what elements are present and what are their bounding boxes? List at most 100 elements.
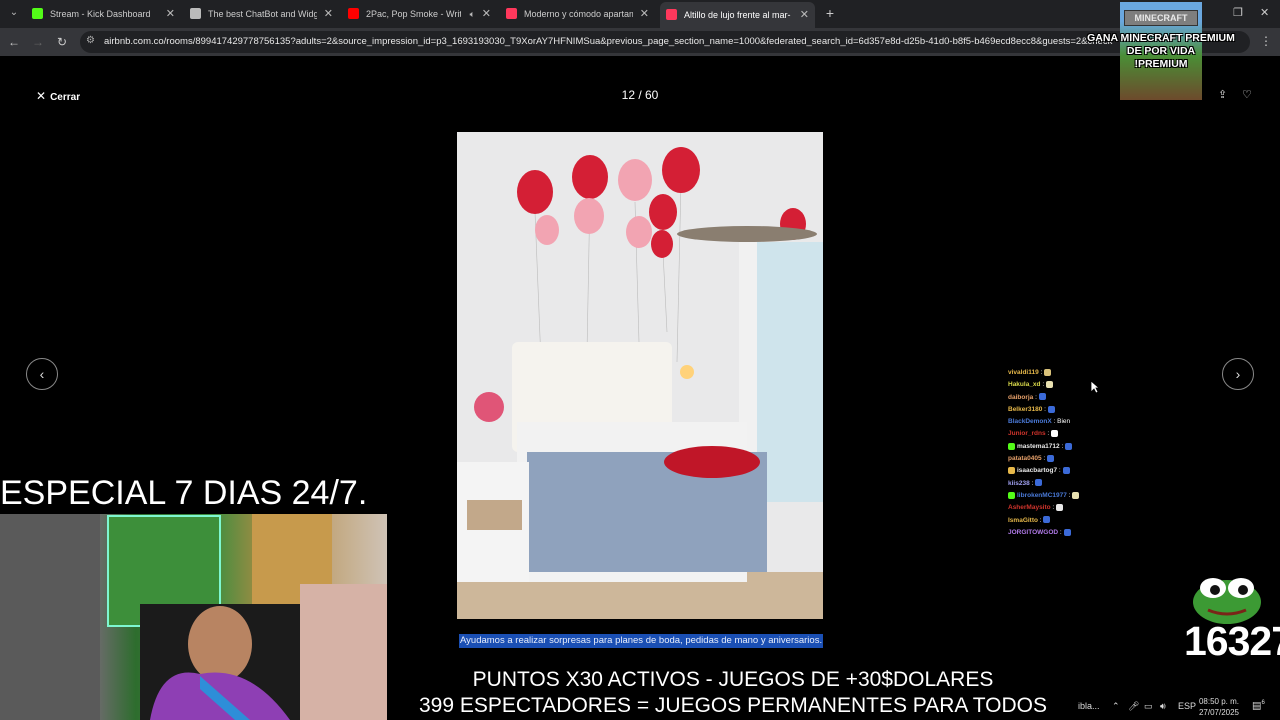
chat-emote-icon <box>1035 479 1043 487</box>
chat-badge-icon <box>1008 491 1015 499</box>
chat-badge-icon <box>1008 467 1015 475</box>
chat-separator: : <box>1042 405 1048 413</box>
close-tab-icon[interactable]: ✕ <box>324 4 333 24</box>
chat-emote-icon <box>1056 504 1064 512</box>
chat-username: mastema1712 <box>1017 442 1060 450</box>
chat-emote-icon <box>1043 516 1051 524</box>
minecraft-logo: MINECRAFT <box>1124 10 1198 26</box>
chat-message: Junior_rdns : <box>1008 428 1118 440</box>
chat-username: librokenMC1977 <box>1017 491 1067 499</box>
streamer-webcam <box>0 514 387 720</box>
listing-photo <box>457 132 823 619</box>
chat-emote-icon <box>1044 368 1052 376</box>
chat-message: IsmaGitto : <box>1008 515 1118 527</box>
chat-message: daiborja : <box>1008 392 1118 404</box>
photo-caption: Ayudamos a realizar sorpresas para plane… <box>459 634 824 648</box>
chat-username: vivaldi119 <box>1008 369 1039 376</box>
chat-message: Hakula_xd : <box>1008 379 1118 391</box>
chat-emote-icon <box>1062 467 1070 475</box>
close-tab-icon[interactable]: ✕ <box>640 4 649 24</box>
chat-emote-icon <box>1038 393 1046 401</box>
minecraft-promo-text: GANA MINECRAFT PREMIUM DE POR VIDA !PREM… <box>1087 32 1235 70</box>
new-tab-icon[interactable]: + <box>822 5 838 21</box>
close-tab-icon[interactable]: ✕ <box>166 4 175 24</box>
language-indicator[interactable]: ESP <box>1178 701 1196 711</box>
chat-username: Junior_rdns <box>1008 430 1046 438</box>
chat-message: patata0405 : <box>1008 453 1118 465</box>
close-window-icon[interactable]: ✕ <box>1260 6 1269 19</box>
kick-favicon-icon <box>32 8 43 19</box>
viewer-count-overlay: 16327 <box>1184 618 1280 664</box>
chat-emote-icon <box>1047 454 1055 462</box>
notification-icon[interactable]: ▤6 <box>1252 700 1265 711</box>
chat-username: kiis238 <box>1008 479 1030 487</box>
tab-3[interactable]: Moderno y cómodo apartamen ✕ <box>500 4 655 24</box>
restore-window-icon[interactable]: ❐ <box>1233 6 1243 19</box>
tab-search-icon[interactable]: ⌄ <box>6 5 22 21</box>
close-gallery-button[interactable]: ✕ Cerrar <box>36 88 80 104</box>
bedroom-photo-illustration <box>457 132 823 619</box>
taskbar-tray: ibla... ⌃ 🎤︎ ▭ 🔊︎ ESP <box>1078 701 1197 712</box>
chat-username: Hakula_xd <box>1008 381 1041 389</box>
chat-emote-icon <box>1045 381 1053 389</box>
close-tab-icon[interactable]: ✕ <box>800 2 809 28</box>
reload-icon[interactable]: ↻ <box>54 34 70 50</box>
webcam-illustration <box>0 514 387 720</box>
tab-4-active[interactable]: Altillo de lujo frente al mar- Be ✕ <box>660 2 815 28</box>
forward-icon[interactable]: → <box>30 34 46 50</box>
chat-message: vivaldi119 : <box>1008 367 1118 379</box>
chat-message: isaacbartog7 : <box>1008 465 1118 477</box>
stream-chat-overlay: vivaldi119 : Hakula_xd : daiborja : Belk… <box>1008 367 1118 539</box>
chat-message: kiis238 : <box>1008 478 1118 490</box>
tab-strip: ⌄ Stream - Kick Dashboard ✕ The best Cha… <box>0 0 1280 28</box>
chat-username: patata0405 <box>1008 455 1042 463</box>
chevron-up-icon[interactable]: ⌃ <box>1112 701 1120 712</box>
microphone-icon[interactable]: 🎤︎ <box>1128 701 1139 712</box>
chat-username: Belker3180 <box>1008 405 1043 413</box>
url-text[interactable]: airbnb.com.co/rooms/899417429778756135?a… <box>104 31 1230 53</box>
chat-separator: : <box>1033 393 1039 401</box>
chat-message: JORGITOWGOD : <box>1008 527 1118 539</box>
chat-separator: : <box>1058 528 1064 536</box>
chat-emote-icon <box>1047 405 1055 413</box>
pepe-frog-icon <box>1193 578 1261 624</box>
tab-2[interactable]: 2Pac, Pop Smoke - Write Th 🔈︎ ✕ <box>342 4 497 24</box>
network-icon[interactable]: ▭ <box>1144 701 1153 712</box>
share-icon[interactable]: ⇪ <box>1218 88 1227 101</box>
chat-username: IsmaGitto <box>1008 516 1038 524</box>
chat-username: isaacbartog7 <box>1017 467 1058 475</box>
heart-icon[interactable]: ♡ <box>1242 88 1252 101</box>
stream-title-overlay: ESPECIAL 7 DIAS 24/7. <box>0 474 368 512</box>
next-photo-button[interactable]: › <box>1222 358 1254 390</box>
menu-kebab-icon[interactable]: ⋮ <box>1260 34 1272 48</box>
airbnb-favicon-icon <box>666 9 677 20</box>
speaker-icon[interactable]: 🔈︎ <box>470 4 475 24</box>
mouse-cursor-icon <box>1090 380 1100 394</box>
chat-text: Bien <box>1057 418 1071 426</box>
chat-emote-icon <box>1063 528 1071 536</box>
close-icon: ✕ <box>36 89 47 103</box>
tab-0[interactable]: Stream - Kick Dashboard ✕ <box>26 4 181 24</box>
chat-message: mastema1712 : <box>1008 441 1118 453</box>
close-tab-icon[interactable]: ✕ <box>482 4 491 24</box>
photo-counter: 12 / 60 <box>621 88 659 102</box>
volume-icon[interactable]: 🔊︎ <box>1160 701 1166 712</box>
taskbar-clock[interactable]: 08:50 p. m. 27/07/2025 <box>1198 696 1240 718</box>
stream-banner-line2: 399 ESPECTADORES = JUEGOS PERMANENTES PA… <box>418 694 1048 717</box>
site-info-icon[interactable]: ⚙︎ <box>86 35 95 46</box>
previous-photo-button[interactable]: ‹ <box>26 358 58 390</box>
chat-emote-icon <box>1072 491 1080 499</box>
chat-separator: : <box>1057 467 1063 475</box>
tab-1[interactable]: The best ChatBot and Widgets ✕ <box>184 4 339 24</box>
omnibox[interactable]: ⚙︎ airbnb.com.co/rooms/89941742977875613… <box>80 31 1250 53</box>
chat-emote-icon <box>1050 430 1058 438</box>
youtube-favicon-icon <box>348 8 359 19</box>
chat-message: Belker3180 : <box>1008 404 1118 416</box>
chat-username: BlackDemonX <box>1008 418 1052 426</box>
back-icon[interactable]: ← <box>6 34 22 50</box>
chat-username: daiborja <box>1008 393 1034 401</box>
chat-username: JORGITOWGOD <box>1008 528 1059 536</box>
stream-banner-line1: PUNTOS X30 ACTIVOS - JUEGOS DE +30$DOLAR… <box>472 668 994 691</box>
chat-message: AsherMaysito : <box>1008 502 1118 514</box>
chat-badge-icon <box>1008 442 1015 450</box>
